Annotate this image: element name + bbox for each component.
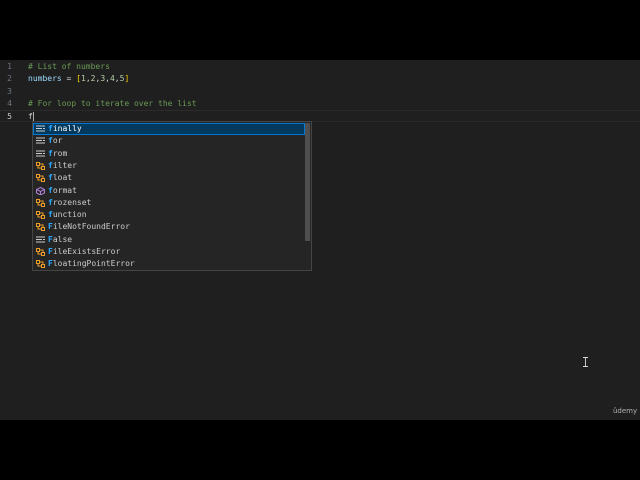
suggestion-label: format: [48, 185, 77, 197]
suggestion-label: FloatingPointError: [48, 258, 135, 270]
suggestion-item[interactable]: frozenset: [33, 197, 305, 209]
suggestion-label: for: [48, 135, 62, 147]
code-text: numbers = [1,2,3,4,5]: [28, 73, 129, 85]
line-number: 2: [7, 74, 12, 84]
suggestion-item[interactable]: for: [33, 135, 305, 147]
suggestion-label-rest: unction: [52, 210, 87, 220]
keyword-icon: [36, 137, 45, 144]
code-text: # List of numbers: [28, 61, 110, 73]
suggestion-label: filter: [48, 160, 77, 172]
suggestion-label: FileNotFoundError: [48, 221, 130, 233]
suggestion-label-rest: loatingPointError: [52, 259, 135, 269]
suggestion-item[interactable]: FileNotFoundError: [33, 221, 305, 233]
suggestion-label: from: [48, 148, 67, 160]
class-icon: [36, 248, 45, 256]
suggestion-label-rest: ileExistsError: [52, 247, 121, 256]
suggestion-item[interactable]: from: [33, 148, 305, 160]
code-line[interactable]: 2 numbers = [1,2,3,4,5]: [0, 73, 640, 85]
code-line[interactable]: 4 # For loop to iterate over the list: [0, 98, 640, 110]
suggestion-item[interactable]: float: [33, 172, 305, 184]
suggestion-item[interactable]: FloatingPointError: [33, 258, 305, 270]
code-token: ]: [124, 74, 130, 84]
class-icon: [36, 161, 45, 170]
code-line[interactable]: 3: [0, 86, 640, 98]
line-number: 1: [7, 62, 12, 71]
suggestion-scrollbar[interactable]: [305, 123, 310, 241]
class-icon: [36, 174, 45, 183]
keyword-icon: [36, 150, 45, 157]
line-number: 5: [7, 112, 12, 122]
code-text: # For loop to iterate over the list: [28, 98, 197, 110]
suggestion-item[interactable]: finally: [33, 123, 305, 135]
keyword-icon: [36, 125, 45, 132]
code-token: =: [61, 74, 77, 84]
class-icon: [36, 223, 45, 232]
suggestion-label: False: [48, 234, 72, 246]
suggestion-item[interactable]: function: [33, 209, 305, 221]
line-number: 4: [7, 98, 12, 108]
class-icon: [36, 260, 45, 269]
suggestion-label: float: [48, 172, 72, 184]
text-cursor-icon: [583, 357, 588, 367]
suggestion-label-rest: ormat: [52, 185, 77, 195]
keyword-icon: [36, 236, 45, 243]
suggestion-label-rest: or: [52, 136, 63, 146]
code-line[interactable]: 1 # List of numbers: [0, 61, 640, 73]
autocomplete-widget[interactable]: finally for from filter float format frozenset…: [32, 121, 312, 271]
code-token: numbers: [28, 74, 62, 84]
suggestion-item[interactable]: format: [33, 185, 305, 197]
class-icon: [36, 198, 45, 207]
code-token: # For loop to iterate over the list: [28, 98, 197, 108]
suggestion-label-rest: rozenset: [52, 197, 92, 207]
suggestion-label: FileExistsError: [48, 246, 120, 258]
suggestion-label-rest: ileNotFoundError: [52, 222, 130, 232]
suggestion-item[interactable]: False: [33, 234, 305, 246]
suggestion-label-rest: alse: [52, 234, 73, 244]
suggestion-label-rest: inally: [52, 124, 82, 133]
function-icon: [36, 186, 45, 195]
suggestion-label: finally: [48, 123, 82, 135]
code-editor[interactable]: 1 # List of numbers 2 numbers = [1,2,3,4,5]…: [0, 60, 640, 420]
suggestion-label: frozenset: [48, 197, 91, 209]
code-token: # List of numbers: [28, 62, 110, 71]
suggestion-label-rest: ilter: [52, 160, 77, 170]
class-icon: [36, 211, 45, 220]
udemy-watermark: ûdemy: [613, 407, 638, 415]
suggestion-item[interactable]: filter: [33, 160, 305, 172]
suggestion-item[interactable]: FileExistsError: [33, 246, 305, 258]
line-number: 3: [7, 86, 12, 96]
suggestion-label: function: [48, 209, 87, 221]
suggestion-label-rest: loat: [52, 173, 73, 183]
suggestion-label-rest: rom: [52, 148, 68, 158]
